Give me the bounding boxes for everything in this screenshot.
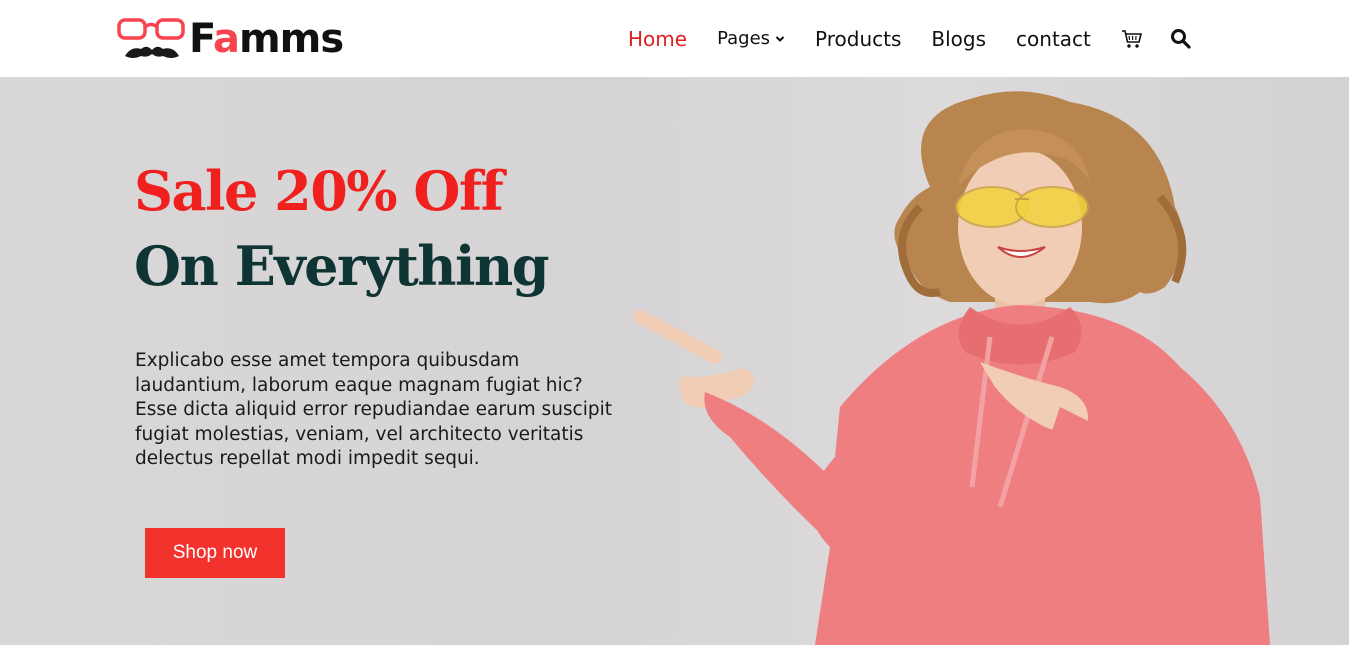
site-header: Famms Home Pages Products Blogs contact bbox=[0, 0, 1349, 77]
shop-now-button[interactable]: Shop now bbox=[145, 528, 285, 578]
nav-products[interactable]: Products bbox=[815, 27, 901, 51]
nav-home[interactable]: Home bbox=[628, 27, 687, 51]
hero-headline-sale: Sale 20% Off bbox=[134, 159, 504, 223]
hero-banner: Sale 20% Off On Everything Explicabo ess… bbox=[0, 77, 1349, 645]
brand-name: Famms bbox=[189, 16, 344, 62]
hero-model-image bbox=[633, 91, 1270, 645]
search-icon[interactable] bbox=[1170, 28, 1192, 50]
nav-blogs[interactable]: Blogs bbox=[931, 27, 986, 51]
brand-logo[interactable]: Famms bbox=[117, 14, 344, 64]
main-nav: Home Pages Products Blogs contact bbox=[628, 0, 1219, 77]
nav-pages-label: Pages bbox=[717, 28, 771, 49]
glasses-mustache-logo-icon bbox=[117, 18, 185, 58]
hero-headline-subtitle: On Everything bbox=[134, 234, 550, 298]
nav-contact[interactable]: contact bbox=[1016, 27, 1091, 51]
nav-pages[interactable]: Pages bbox=[717, 28, 785, 49]
cart-icon[interactable] bbox=[1121, 28, 1143, 50]
chevron-down-icon bbox=[775, 35, 785, 42]
hero-description: Explicabo esse amet tempora quibusdam la… bbox=[135, 350, 613, 469]
